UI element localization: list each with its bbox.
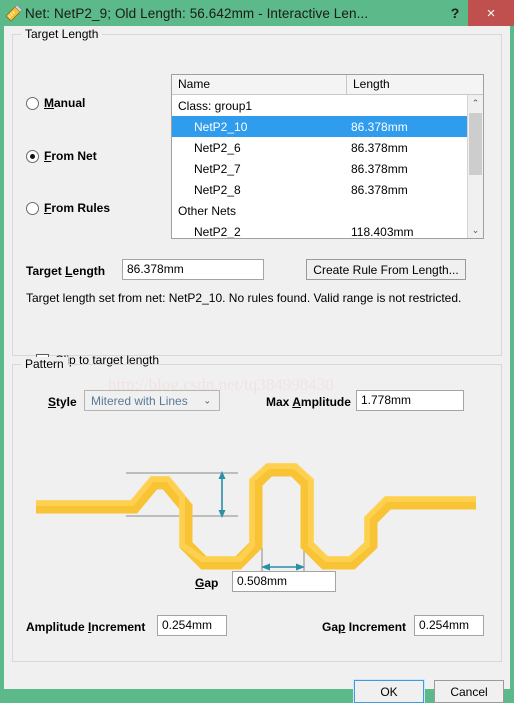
list-item-length: 118.403mm [351, 224, 414, 239]
column-header-length[interactable]: Length [347, 75, 469, 94]
list-item-name: NetP2_7 [194, 161, 241, 176]
list-item-name: NetP2_10 [194, 119, 248, 134]
scrollbar-thumb[interactable] [469, 113, 482, 175]
list-item[interactable]: Class: group1 [172, 95, 469, 116]
amplitude-dimension-arrow [218, 471, 226, 518]
radio-from-net-label: From Net [44, 149, 97, 163]
dialog-body: Target Length Manual From Net From Rules… [4, 26, 510, 703]
pattern-group-title: Pattern [21, 357, 68, 371]
list-item[interactable]: NetP2_10 86.378mm [172, 116, 469, 137]
pattern-preview-diagram [26, 450, 486, 580]
target-length-group-title: Target Length [21, 27, 103, 41]
net-list-body: Class: group1 NetP2_10 86.378mm NetP2_6 … [172, 95, 469, 238]
interactive-length-tuning-dialog: Net: NetP2_9; Old Length: 56.642mm - Int… [0, 0, 514, 703]
help-button[interactable]: ? [442, 1, 468, 25]
list-item-name: NetP2_2 [194, 224, 241, 239]
title-bar: Net: NetP2_9; Old Length: 56.642mm - Int… [0, 0, 514, 26]
ruler-icon [4, 4, 23, 22]
net-list-header: Name Length [172, 75, 483, 95]
list-item[interactable]: Other Nets [172, 200, 469, 221]
net-list-scrollbar[interactable]: ⌃ ⌄ [467, 95, 483, 238]
radio-from-net-indicator[interactable] [26, 149, 39, 163]
target-length-label: Target Length [26, 264, 106, 278]
style-select[interactable]: Mitered with Lines ⌄ [84, 390, 220, 411]
style-select-value: Mitered with Lines [91, 393, 188, 408]
radio-from-net[interactable]: From Net [26, 149, 97, 163]
max-amplitude-label: Max Amplitude [266, 395, 351, 409]
status-note: Target length set from net: NetP2_10. No… [26, 291, 462, 305]
target-length-input[interactable]: 86.378mm [122, 259, 264, 280]
list-item[interactable]: NetP2_7 86.378mm [172, 158, 469, 179]
radio-manual-indicator[interactable] [26, 96, 39, 110]
list-item-length: 86.378mm [351, 182, 408, 197]
list-item[interactable]: NetP2_2 118.403mm [172, 221, 469, 239]
list-item-length: 86.378mm [351, 161, 408, 176]
radio-from-rules-indicator[interactable] [26, 201, 39, 215]
radio-manual-label: Manual [44, 96, 86, 110]
list-item-length: 86.378mm [351, 140, 408, 155]
radio-from-rules-label: From Rules [44, 201, 111, 215]
gap-increment-input[interactable]: 0.254mm [414, 615, 484, 636]
list-item-name: NetP2_8 [194, 182, 241, 197]
gap-increment-label: Gap Increment [322, 620, 407, 634]
ok-button[interactable]: OK [353, 679, 425, 703]
list-item-name: Class: group1 [178, 98, 253, 113]
trace-path [36, 463, 476, 570]
list-item-length: 86.378mm [351, 119, 408, 134]
create-rule-from-length-button[interactable]: Create Rule From Length... [306, 259, 466, 280]
scroll-up-icon[interactable]: ⌃ [468, 95, 483, 111]
chevron-down-icon: ⌄ [203, 395, 211, 405]
gap-input[interactable]: 0.508mm [232, 571, 336, 592]
list-item-name: Other Nets [178, 203, 237, 218]
scroll-down-icon[interactable]: ⌄ [468, 222, 483, 238]
list-item[interactable]: NetP2_6 86.378mm [172, 137, 469, 158]
radio-manual[interactable]: Manual [26, 96, 85, 110]
close-icon[interactable]: × [468, 0, 514, 26]
gap-dimension-arrow [261, 563, 305, 571]
window-title: Net: NetP2_9; Old Length: 56.642mm - Int… [25, 5, 369, 21]
column-header-name[interactable]: Name [172, 75, 347, 94]
style-label: Style [48, 395, 77, 409]
gap-label: Gap [195, 576, 219, 590]
list-item-name: NetP2_6 [194, 140, 241, 155]
net-list[interactable]: Name Length Class: group1 NetP2_10 86.37… [171, 74, 484, 239]
amplitude-increment-label: Amplitude Increment [26, 620, 146, 634]
radio-from-rules[interactable]: From Rules [26, 201, 110, 215]
max-amplitude-input[interactable]: 1.778mm [356, 390, 464, 411]
amplitude-increment-input[interactable]: 0.254mm [157, 615, 227, 636]
cancel-button[interactable]: Cancel [434, 680, 504, 703]
list-item[interactable]: NetP2_8 86.378mm [172, 179, 469, 200]
